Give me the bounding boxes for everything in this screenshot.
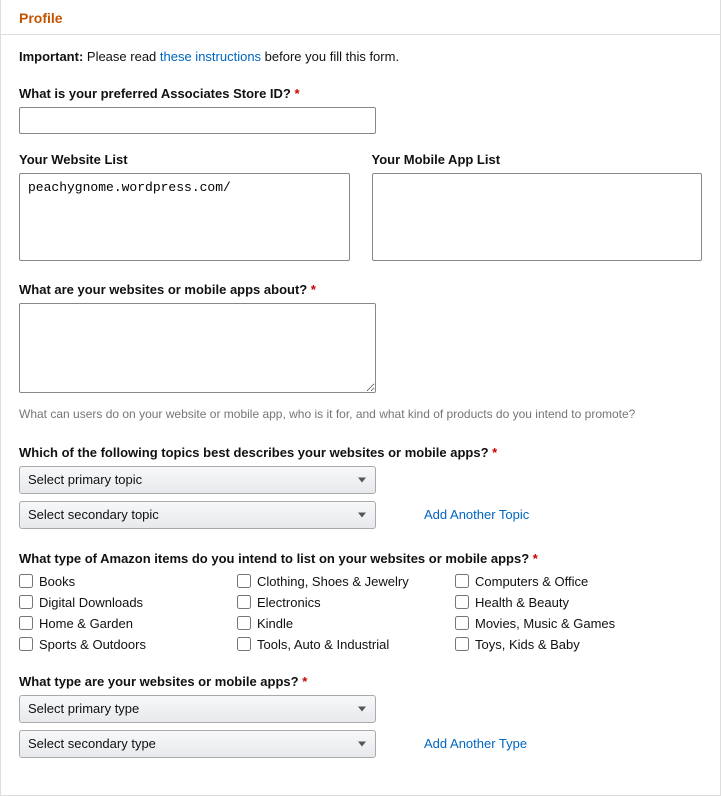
required-marker: *: [492, 445, 497, 460]
about-label: What are your websites or mobile apps ab…: [19, 282, 702, 297]
add-another-type-link[interactable]: Add Another Type: [424, 736, 527, 751]
website-list-label: Your Website List: [19, 152, 350, 167]
checkbox-kindle[interactable]: [237, 616, 251, 630]
section-title: Profile: [1, 0, 720, 35]
about-textarea[interactable]: [19, 303, 376, 393]
checkbox-item[interactable]: Clothing, Shoes & Jewelry: [237, 574, 455, 589]
checkbox-sports[interactable]: [19, 637, 33, 651]
checkbox-item[interactable]: Toys, Kids & Baby: [455, 637, 673, 652]
add-another-topic-link[interactable]: Add Another Topic: [424, 507, 529, 522]
checkbox-home[interactable]: [19, 616, 33, 630]
checkbox-electronics[interactable]: [237, 595, 251, 609]
checkbox-item[interactable]: Movies, Music & Games: [455, 616, 673, 631]
checkbox-item[interactable]: Health & Beauty: [455, 595, 673, 610]
site-type-label: What type are your websites or mobile ap…: [19, 674, 702, 689]
important-text-after: before you fill this form.: [261, 49, 399, 64]
checkbox-clothing[interactable]: [237, 574, 251, 588]
required-marker: *: [533, 551, 538, 566]
required-marker: *: [311, 282, 316, 297]
important-notice: Important: Please read these instruction…: [19, 49, 702, 64]
checkbox-toys[interactable]: [455, 637, 469, 651]
checkbox-item[interactable]: Home & Garden: [19, 616, 237, 631]
topics-label: Which of the following topics best descr…: [19, 445, 702, 460]
required-marker: *: [294, 86, 299, 101]
checkbox-item[interactable]: Electronics: [237, 595, 455, 610]
checkbox-item[interactable]: Tools, Auto & Industrial: [237, 637, 455, 652]
required-marker: *: [302, 674, 307, 689]
mobile-app-list-textarea[interactable]: [372, 173, 703, 261]
secondary-topic-select[interactable]: Select secondary topic: [19, 501, 376, 529]
checkbox-digital[interactable]: [19, 595, 33, 609]
profile-form: Profile Important: Please read these ins…: [0, 0, 721, 796]
checkbox-item[interactable]: Computers & Office: [455, 574, 673, 589]
checkbox-tools[interactable]: [237, 637, 251, 651]
mobile-app-list-label: Your Mobile App List: [372, 152, 703, 167]
checkbox-item[interactable]: Kindle: [237, 616, 455, 631]
important-text-before: Please read: [83, 49, 160, 64]
checkbox-movies[interactable]: [455, 616, 469, 630]
items-checkbox-grid: Books Clothing, Shoes & Jewelry Computer…: [19, 574, 702, 652]
checkbox-health[interactable]: [455, 595, 469, 609]
store-id-label: What is your preferred Associates Store …: [19, 86, 702, 101]
checkbox-item[interactable]: Digital Downloads: [19, 595, 237, 610]
checkbox-item[interactable]: Sports & Outdoors: [19, 637, 237, 652]
primary-topic-select[interactable]: Select primary topic: [19, 466, 376, 494]
checkbox-computers[interactable]: [455, 574, 469, 588]
checkbox-books[interactable]: [19, 574, 33, 588]
store-id-input[interactable]: [19, 107, 376, 134]
items-label: What type of Amazon items do you intend …: [19, 551, 702, 566]
website-list-textarea[interactable]: peachygnome.wordpress.com/: [19, 173, 350, 261]
primary-type-select[interactable]: Select primary type: [19, 695, 376, 723]
instructions-link[interactable]: these instructions: [160, 49, 261, 64]
form-content: Important: Please read these instruction…: [1, 35, 720, 795]
important-label: Important:: [19, 49, 83, 64]
about-help-text: What can users do on your website or mob…: [19, 406, 702, 423]
checkbox-item[interactable]: Books: [19, 574, 237, 589]
secondary-type-select[interactable]: Select secondary type: [19, 730, 376, 758]
